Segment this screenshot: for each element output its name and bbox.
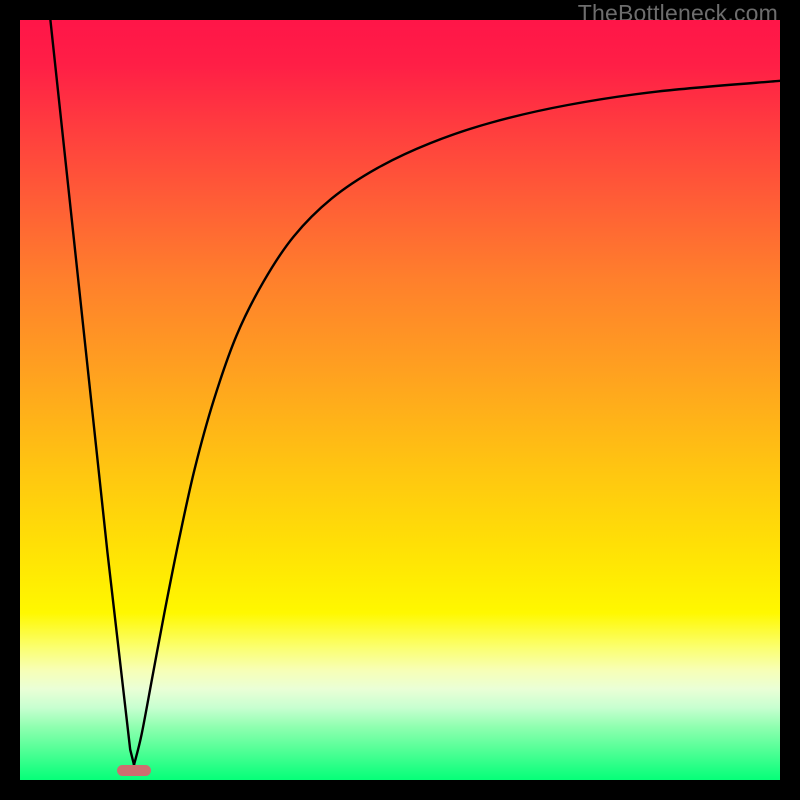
vertex-marker	[117, 765, 151, 776]
curve-layer	[20, 20, 780, 780]
plot-area	[20, 20, 780, 780]
outer-frame: TheBottleneck.com	[0, 0, 800, 800]
right-branch-curve	[134, 81, 780, 765]
left-branch-curve	[50, 20, 134, 765]
